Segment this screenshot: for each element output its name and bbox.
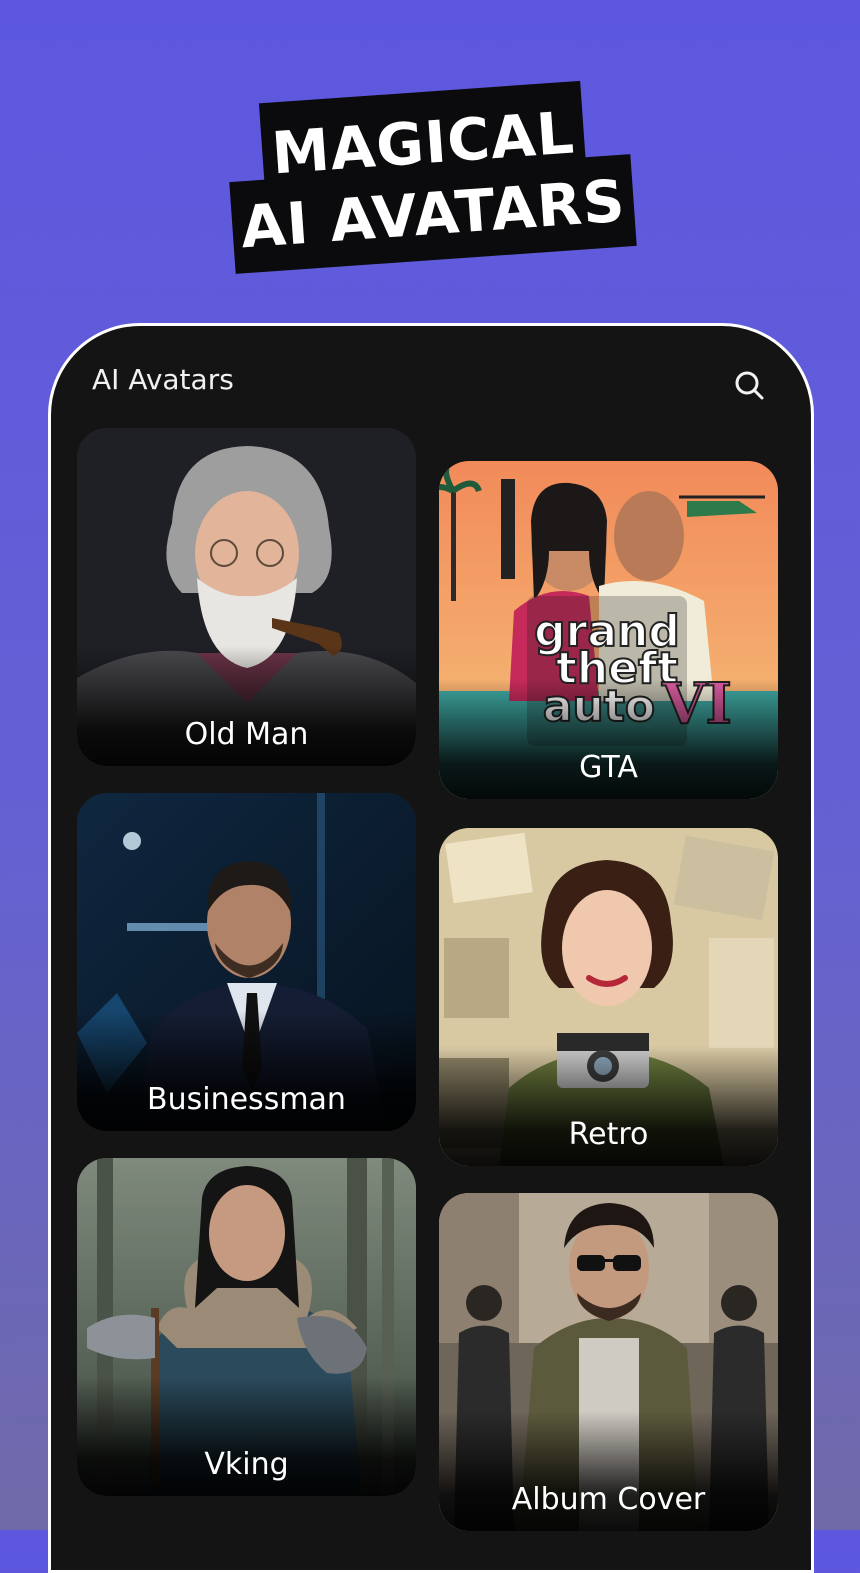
card-label: Retro (568, 1117, 649, 1152)
promo-headline: MAGICAL AI AVATARS (0, 0, 860, 300)
avatar-card-gta[interactable]: grand theft auto VI GTA (439, 461, 778, 799)
search-icon (735, 371, 764, 400)
card-label: GTA (579, 750, 638, 785)
avatar-card-businessman[interactable]: Businessman (77, 793, 416, 1131)
card-label: Album Cover (511, 1482, 706, 1517)
card-label: Vking (204, 1447, 289, 1482)
card-label: Businessman (147, 1082, 346, 1117)
phone-frame: AI Avatars Old Man grand theft GTA Busin… (48, 323, 814, 1573)
card-label: Old Man (184, 717, 309, 752)
avatar-card-viking[interactable]: Vking (77, 1158, 416, 1496)
app-bar: AI Avatars (51, 326, 811, 426)
avatar-card-album-cover[interactable]: Album Cover (439, 1193, 778, 1531)
avatar-card-old-man[interactable]: Old Man (77, 428, 416, 766)
search-button[interactable] (730, 366, 770, 406)
page-title: AI Avatars (92, 363, 234, 396)
avatar-card-retro[interactable]: Retro (439, 828, 778, 1166)
